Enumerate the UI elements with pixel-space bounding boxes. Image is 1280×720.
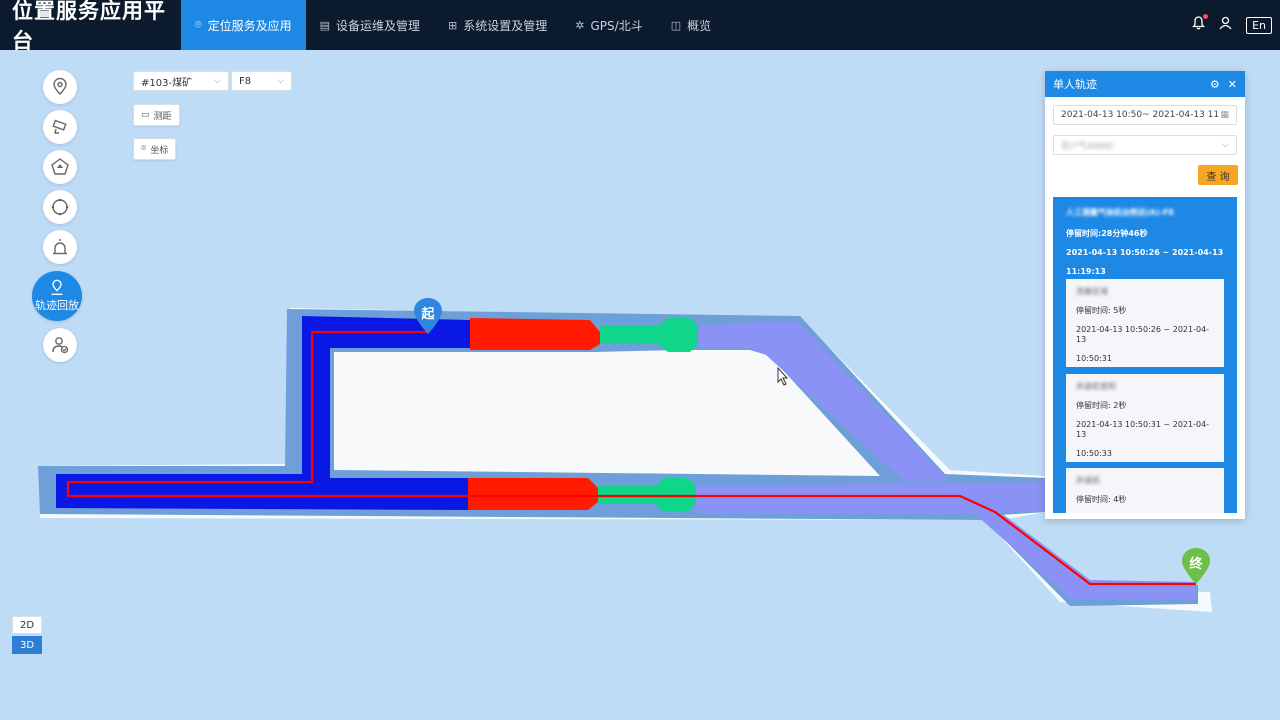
start-marker-label: 起	[421, 307, 435, 322]
person-select-value: 花(*气4888)	[1061, 141, 1114, 152]
record-range-line1: 2021-04-13 10:50:31 ~ 2021-04-13	[1076, 420, 1210, 439]
record-item[interactable]: 井道机 停留时间: 4秒	[1066, 468, 1224, 513]
track-playback-tool-button[interactable]: 轨迹回放	[32, 271, 82, 321]
nav-label: 设备运维及管理	[336, 18, 421, 33]
track-playback-label: 轨迹回放	[35, 299, 79, 312]
chevron-down-icon: ⌵	[277, 76, 284, 86]
header-actions: En	[1192, 0, 1272, 50]
segment-red-lower	[468, 478, 598, 510]
nav-location-services[interactable]: ⌾ 定位服务及应用	[181, 0, 306, 50]
camera-icon	[52, 119, 67, 134]
location-pin-icon: ⌾	[141, 144, 147, 154]
record-dwell: 停留时间: 5秒	[1076, 306, 1127, 315]
nav-label: 概览	[687, 18, 712, 33]
date-range-value: 2021-04-13 10:50~ 2021-04-13 11:20	[1061, 110, 1221, 120]
fence-pentagon-icon	[51, 158, 69, 175]
record-range-line2: 10:50:33	[1076, 449, 1112, 458]
alarm-tool-button[interactable]	[43, 230, 77, 264]
nav-device-maintenance[interactable]: ▤ 设备运维及管理	[306, 0, 434, 50]
date-range-input[interactable]: 2021-04-13 10:50~ 2021-04-13 11:20 ▦	[1053, 105, 1237, 125]
ruler-icon: ▭	[141, 110, 150, 120]
person-select[interactable]: 花(*气4888) ⌵	[1053, 135, 1237, 155]
result-range-line1: 2021-04-13 10:50:26 ~ 2021-04-13	[1066, 248, 1224, 257]
bell-icon[interactable]	[1192, 14, 1209, 34]
measure-button[interactable]: ▭ 测距	[133, 104, 180, 126]
patrol-tool-button[interactable]	[43, 190, 77, 224]
satellite-icon: ✲	[575, 18, 585, 32]
app-title: 位置服务应用平台	[12, 0, 166, 53]
view-2d-button[interactable]: 2D	[12, 616, 42, 634]
mine-select-value: #103-煤矿	[141, 77, 193, 89]
person-check-icon	[52, 337, 69, 354]
floor-select-value: F8	[239, 75, 252, 87]
location-tool-button[interactable]	[43, 70, 77, 104]
mine-select[interactable]: #103-煤矿 ⌵	[133, 71, 229, 91]
nav-overview[interactable]: ◫ 概览	[657, 0, 725, 50]
gear-icon[interactable]: ⚙	[1210, 78, 1220, 91]
floor-select[interactable]: F8 ⌵	[231, 71, 292, 91]
single-person-track-panel: 单人轨迹 ⚙ ✕ 2021-04-13 10:50~ 2021-04-13 11…	[1045, 71, 1245, 519]
result-area-name: 人工测量气体机台附近(A)-F8	[1066, 208, 1174, 217]
close-icon[interactable]: ✕	[1228, 78, 1237, 91]
record-range-line2: 10:50:31	[1076, 354, 1112, 363]
location-pin-icon: ⌾	[195, 18, 202, 31]
view-3d-button[interactable]: 3D	[12, 636, 42, 654]
end-marker-label: 终	[1189, 557, 1203, 572]
nav-label: 定位服务及应用	[207, 18, 292, 33]
chevron-down-icon: ⌵	[1222, 140, 1229, 150]
alarm-light-icon	[53, 239, 67, 255]
record-item[interactable]: 测量区域 停留时间: 5秒 2021-04-13 10:50:26 ~ 2021…	[1066, 279, 1224, 367]
document-icon: ▤	[319, 18, 331, 32]
record-area: 测量区域	[1076, 287, 1108, 296]
start-marker[interactable]: 起	[413, 297, 443, 335]
fence-tool-button[interactable]	[43, 150, 77, 184]
coordinate-label: 坐标	[150, 145, 169, 156]
notification-dot	[1203, 14, 1209, 19]
overview-icon: ◫	[670, 18, 682, 32]
record-range-line1: 2021-04-13 10:50:26 ~ 2021-04-13	[1076, 325, 1210, 344]
track-pin-icon	[51, 279, 63, 295]
user-icon[interactable]	[1219, 16, 1232, 34]
camera-tool-button[interactable]	[43, 110, 77, 144]
location-pin-icon	[53, 77, 67, 95]
person-tool-button[interactable]	[43, 328, 77, 362]
main-nav: ⌾ 定位服务及应用 ▤ 设备运维及管理 ⊞ 系统设置及管理 ✲ GPS/北斗 ◫…	[181, 0, 725, 50]
patrol-circle-icon	[51, 198, 69, 216]
nav-label: 系统设置及管理	[463, 18, 548, 33]
language-toggle[interactable]: En	[1246, 16, 1272, 34]
result-range-line2: 11:19:13	[1066, 267, 1106, 276]
record-area: 井道机室附	[1076, 382, 1116, 391]
settings-grid-icon: ⊞	[448, 18, 458, 32]
panel-title: 单人轨迹	[1053, 78, 1097, 91]
record-dwell: 停留时间: 4秒	[1076, 495, 1127, 504]
record-dwell: 停留时间: 2秒	[1076, 401, 1127, 410]
top-navigation-bar: 位置服务应用平台 ⌾ 定位服务及应用 ▤ 设备运维及管理 ⊞ 系统设置及管理 ✲…	[0, 0, 1280, 53]
nav-gps-beidou[interactable]: ✲ GPS/北斗	[561, 0, 656, 50]
coordinate-button[interactable]: ⌾ 坐标	[133, 138, 177, 160]
track-result-card: 人工测量气体机台附近(A)-F8 停留时间:28分钟46秒 2021-04-13…	[1053, 197, 1237, 513]
chevron-down-icon: ⌵	[214, 76, 221, 86]
measure-label: 测距	[153, 111, 172, 122]
panel-header: 单人轨迹 ⚙ ✕	[1045, 71, 1245, 97]
segment-red-upper	[470, 318, 600, 350]
calendar-icon: ▦	[1220, 110, 1229, 120]
end-marker[interactable]: 终	[1181, 547, 1211, 585]
query-button[interactable]: 查 询	[1198, 165, 1238, 185]
nav-system-settings[interactable]: ⊞ 系统设置及管理	[434, 0, 561, 50]
nav-label: GPS/北斗	[590, 18, 643, 33]
result-dwell: 停留时间:28分钟46秒	[1066, 229, 1148, 238]
record-area: 井道机	[1076, 476, 1100, 485]
segment-blue-lower	[56, 474, 468, 510]
record-item[interactable]: 井道机室附 停留时间: 2秒 2021-04-13 10:50:31 ~ 202…	[1066, 374, 1224, 462]
